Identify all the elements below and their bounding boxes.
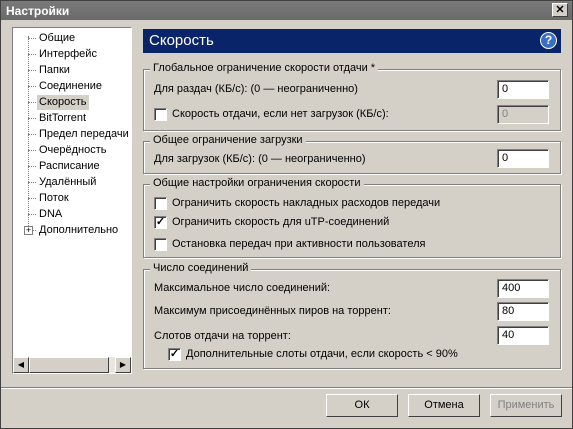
horizontal-scrollbar[interactable]: ◀ ▶ <box>13 357 131 373</box>
general-limits-title: Общие настройки ограничения скорости <box>150 177 364 189</box>
user-activity-label: Остановка передач при активности пользов… <box>172 238 426 250</box>
sidebar-item[interactable]: Дополнительно <box>28 223 120 238</box>
page-title: Скорость <box>149 32 214 49</box>
sidebar-item-label: Скорость <box>39 96 87 108</box>
sidebar-item[interactable]: Расписание <box>28 159 102 174</box>
scroll-right-button[interactable]: ▶ <box>115 357 131 373</box>
sidebar-item-label: Папки <box>39 64 70 76</box>
sidebar-item-label: Очерёдность <box>39 144 107 156</box>
user-activity-checkbox[interactable] <box>154 238 167 251</box>
settings-window: Настройки ✕ Общие Интерфейс Папки Соединени… <box>0 0 573 429</box>
overhead-limit-label: Ограничить скорость накладных расходов п… <box>172 197 441 209</box>
window-title: Настройки <box>6 4 70 18</box>
cancel-button[interactable]: Отмена <box>408 394 480 417</box>
page-header: Скорость ? <box>143 29 561 53</box>
tree-connector <box>28 134 36 135</box>
sidebar-item[interactable]: Очерёдность <box>28 143 109 158</box>
sidebar-item-label: Общие <box>39 32 76 44</box>
sidebar-item[interactable]: Соединение <box>28 79 104 94</box>
seeding-label: Для раздач (КБ/с): (0 — неограниченно) <box>154 83 358 95</box>
no-download-label: Скорость отдачи, если нет загрузок (КБ/с… <box>172 108 389 120</box>
sidebar-item-label: Поток <box>39 192 69 204</box>
tree-connector <box>28 118 36 119</box>
no-download-checkbox[interactable] <box>154 108 167 121</box>
max-peers-input[interactable]: 80 <box>497 302 549 321</box>
tree-connector <box>28 70 36 71</box>
tree-connector <box>28 38 36 39</box>
max-connections-input[interactable]: 400 <box>497 279 549 298</box>
button-separator <box>1 387 572 389</box>
tree-connector <box>28 54 36 55</box>
sidebar-item-label: Предел передачи <box>39 128 129 140</box>
sidebar-item-label: Удалённый <box>39 176 97 188</box>
sidebar-item[interactable]: Предел передачи <box>28 127 131 142</box>
sidebar-item[interactable]: Скорость <box>28 95 89 110</box>
settings-tree: Общие Интерфейс Папки Соединение Скорость Bit… <box>12 27 132 374</box>
sidebar-item[interactable]: Интерфейс <box>28 47 99 62</box>
extra-slots-label: Дополнительные слоты отдачи, если скорос… <box>186 348 458 360</box>
seeding-rate-input[interactable]: 0 <box>497 80 549 99</box>
utp-limit-label: Ограничить скорость для uTP-соединений <box>172 216 390 228</box>
sidebar-item-label: Соединение <box>39 80 103 92</box>
general-limits-group: Общие настройки ограничения скорости Огр… <box>143 177 561 258</box>
upload-limit-title: Глобальное ограничение скорости отдачи * <box>150 62 379 74</box>
sidebar-item[interactable]: BitTorrent <box>28 111 88 126</box>
help-icon[interactable]: ? <box>540 32 557 49</box>
tree-connector <box>28 198 36 199</box>
sidebar-item-label: DNA <box>39 208 63 220</box>
close-button[interactable]: ✕ <box>552 3 568 17</box>
upload-limit-group: Глобальное ограничение скорости отдачи *… <box>143 62 561 131</box>
extra-slots-checkbox[interactable]: ✓ <box>168 348 181 361</box>
tree-connector <box>28 182 36 183</box>
sidebar-item-label: Интерфейс <box>39 48 97 60</box>
sidebar-item[interactable]: DNA <box>28 207 64 222</box>
download-rate-input[interactable]: 0 <box>497 149 549 168</box>
download-limit-group: Общее ограничение загрузки Для загрузок … <box>143 134 561 174</box>
sidebar-item-label: Расписание <box>39 160 100 172</box>
connections-group: Число соединений Максимальное число соед… <box>143 262 561 369</box>
max-connections-label: Максимальное число соединений: <box>154 282 331 294</box>
upload-slots-label: Слотов отдачи на торрент: <box>154 330 291 342</box>
expand-icon[interactable]: + <box>24 226 33 235</box>
tree-connector <box>28 102 36 103</box>
ok-button[interactable]: ОК <box>326 394 398 417</box>
title-bar[interactable]: Настройки ✕ <box>1 1 572 20</box>
apply-button[interactable]: Применить <box>490 394 562 417</box>
upload-slots-input[interactable]: 40 <box>497 326 549 345</box>
sidebar-item[interactable]: Поток <box>28 191 71 206</box>
utp-limit-checkbox[interactable]: ✓ <box>154 216 167 229</box>
sidebar-item-label: Дополнительно <box>39 224 119 236</box>
max-peers-label: Максимум присоединённых пиров на торрент… <box>154 305 391 317</box>
sidebar-item[interactable]: Общие <box>28 31 77 46</box>
no-download-rate-input[interactable]: 0 <box>497 105 549 124</box>
download-limit-title: Общее ограничение загрузки <box>150 134 306 146</box>
scroll-left-button[interactable]: ◀ <box>13 357 29 373</box>
connections-title: Число соединений <box>150 262 252 274</box>
tree-connector <box>28 166 36 167</box>
tree-connector <box>28 36 29 234</box>
download-label: Для загрузок (КБ/с): (0 — неограниченно) <box>154 153 366 165</box>
tree-connector <box>28 150 36 151</box>
tree-connector <box>28 214 36 215</box>
sidebar-item[interactable]: Удалённый <box>28 175 98 190</box>
overhead-limit-checkbox[interactable] <box>154 197 167 210</box>
tree-connector <box>28 86 36 87</box>
sidebar-item-label: BitTorrent <box>39 112 87 124</box>
scroll-thumb[interactable] <box>29 357 109 373</box>
sidebar-item[interactable]: Папки <box>28 63 72 78</box>
